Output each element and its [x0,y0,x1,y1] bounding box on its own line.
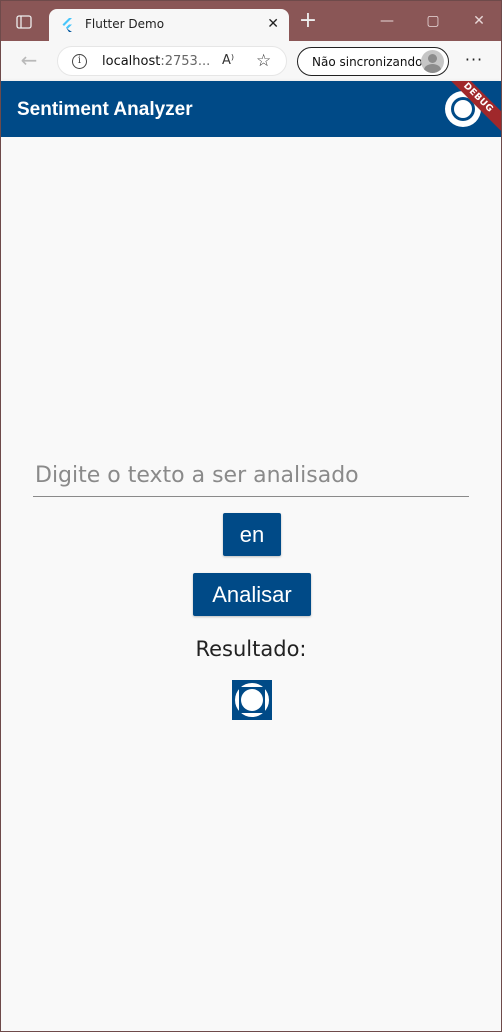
avatar [421,50,444,73]
new-tab-icon[interactable]: + [297,10,319,33]
close-window-icon[interactable]: ✕ [469,11,489,31]
text-input[interactable] [33,455,469,497]
title-bar: Flutter Demo ✕ + — ▢ ✕ [1,1,501,41]
url-port: :2753... [160,54,211,69]
tab-actions-icon[interactable] [11,11,37,33]
add-favorite-icon[interactable]: ☆ [256,51,271,71]
result-image-icon [232,680,272,720]
debug-banner-wrap: DEBUG [445,81,501,137]
profile-label: Não sincronizando [312,55,423,69]
language-button[interactable]: en [223,513,281,556]
url-host: localhost [102,54,161,69]
url-text: localhost:2753... [102,54,210,69]
url-field[interactable]: i localhost:2753... A⁾ ☆ [57,46,287,76]
app-bar: Sentiment Analyzer [1,81,501,137]
app-title: Sentiment Analyzer [17,99,193,120]
main-content: en Analisar Resultado: [1,137,501,1031]
browser-tab[interactable]: Flutter Demo ✕ [49,9,289,41]
debug-banner: DEBUG [445,81,501,135]
minimize-icon[interactable]: — [377,11,397,31]
tab-close-icon[interactable]: ✕ [267,16,279,32]
back-arrow-icon[interactable]: ← [17,49,41,73]
result-label: Resultado: [195,637,307,661]
flutter-icon [61,18,75,32]
browser-window: Flutter Demo ✕ + — ▢ ✕ ← i localhost:275… [0,0,502,1032]
more-options-icon[interactable]: ··· [461,49,487,73]
profile-button[interactable]: Não sincronizando [297,47,449,76]
site-info-icon[interactable]: i [72,54,87,69]
maximize-icon[interactable]: ▢ [423,11,443,31]
address-bar: ← i localhost:2753... A⁾ ☆ Não sincroniz… [1,41,501,81]
analyze-button[interactable]: Analisar [193,573,311,616]
tab-title: Flutter Demo [85,17,165,31]
read-aloud-icon[interactable]: A⁾ [222,53,234,68]
